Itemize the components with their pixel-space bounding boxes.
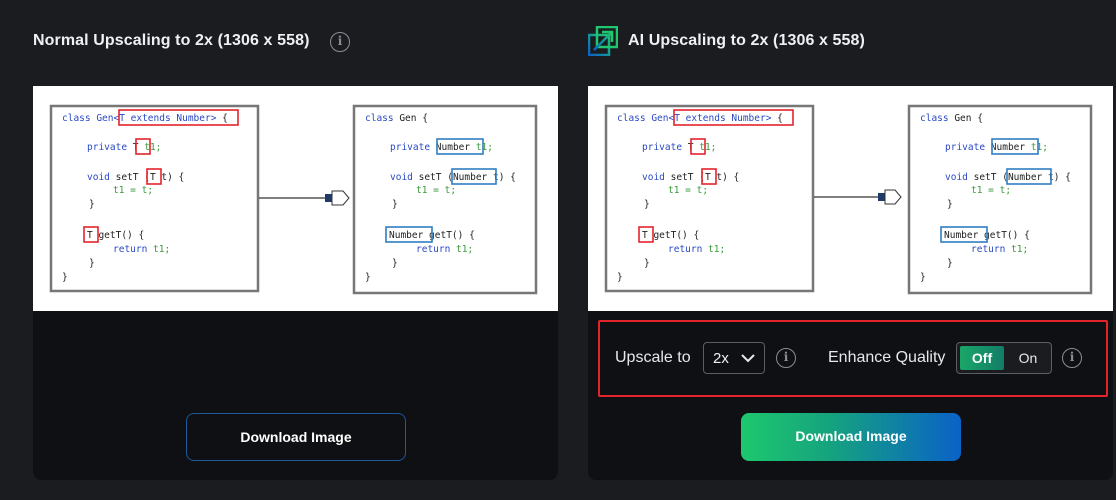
- svg-text:void setT (Number t) {: void setT (Number t) {: [390, 172, 516, 183]
- svg-text:return t1;: return t1;: [971, 244, 1028, 255]
- svg-text:class Gen {: class Gen {: [365, 113, 428, 124]
- code-text: class Gen: [62, 113, 113, 124]
- svg-text:class Gen {: class Gen {: [920, 113, 983, 124]
- download-image-button[interactable]: Download Image: [741, 413, 961, 461]
- svg-text:}: }: [89, 258, 95, 269]
- svg-text:t1 = t;: t1 = t;: [113, 185, 153, 196]
- enhance-quality-label: Enhance Quality: [828, 349, 946, 366]
- svg-text:return t1;: return t1;: [668, 244, 725, 255]
- svg-text:class Gen<T extends Number> {: class Gen<T extends Number> {: [617, 113, 783, 124]
- svg-text:}: }: [947, 258, 953, 269]
- toggle-off-option[interactable]: Off: [960, 346, 1004, 370]
- arrow-connector: [878, 193, 885, 201]
- panel-header: Normal Upscaling to 2x (1306 x 558) i: [33, 0, 558, 86]
- info-icon[interactable]: i: [1062, 348, 1082, 368]
- arrow-connector: [325, 194, 332, 202]
- panel-title: Normal Upscaling to 2x (1306 x 558): [33, 32, 310, 49]
- svg-text:}: }: [920, 272, 926, 283]
- svg-text:}: }: [365, 272, 371, 283]
- code-box-after: [907, 104, 1093, 295]
- ai-upscaled-preview: class Gen<T extends Number> { private T …: [588, 86, 1113, 311]
- upscale-factor-select[interactable]: 2x: [703, 342, 765, 374]
- svg-text:}: }: [62, 272, 68, 283]
- svg-text:}: }: [644, 258, 650, 269]
- normal-upscaled-preview: class Gen<T extends Number> { private T …: [33, 86, 558, 311]
- upscale-to-label: Upscale to: [615, 349, 691, 366]
- svg-text:}: }: [392, 258, 398, 269]
- svg-text:t1 = t;: t1 = t;: [971, 185, 1011, 196]
- svg-text:t1 = t;: t1 = t;: [416, 185, 456, 196]
- svg-text:}: }: [617, 272, 623, 283]
- enhance-quality-toggle[interactable]: Off On: [956, 342, 1052, 374]
- info-icon[interactable]: i: [330, 32, 350, 52]
- ai-upscale-icon: [588, 26, 618, 56]
- panel-title: AI Upscaling to 2x (1306 x 558): [628, 32, 865, 49]
- toggle-on-option[interactable]: On: [1006, 346, 1050, 370]
- svg-text:class Gen<T extends Number> {: class Gen<T extends Number> {: [62, 113, 228, 124]
- svg-text:}: }: [89, 199, 95, 210]
- arrow-head-icon: [884, 189, 902, 205]
- svg-text:void setT (Number t) {: void setT (Number t) {: [945, 172, 1071, 183]
- normal-upscaling-panel: Normal Upscaling to 2x (1306 x 558) i cl…: [33, 0, 558, 480]
- svg-text:T getT() {: T getT() {: [642, 230, 699, 241]
- code-diagram: class Gen<T extends Number> { private T …: [49, 104, 538, 295]
- info-icon[interactable]: i: [776, 348, 796, 368]
- svg-text:}: }: [644, 199, 650, 210]
- code-box-before: [604, 104, 815, 293]
- code-diagram: class Gen<T extends Number> { private T …: [604, 104, 1093, 295]
- svg-text:private Number t1;: private Number t1;: [945, 142, 1048, 153]
- download-image-button[interactable]: Download Image: [186, 413, 406, 461]
- code-box-before: [49, 104, 260, 293]
- svg-text:T getT() {: T getT() {: [87, 230, 144, 241]
- svg-text:return t1;: return t1;: [113, 244, 170, 255]
- panel-header: AI Upscaling to 2x (1306 x 558): [588, 0, 1113, 86]
- ai-upscaling-panel: AI Upscaling to 2x (1306 x 558) class Ge…: [588, 0, 1113, 480]
- code-generic: <T extends Number>: [113, 113, 216, 124]
- svg-text:void setT (T t) {: void setT (T t) {: [642, 172, 739, 183]
- arrow-head-icon: [331, 190, 350, 206]
- svg-text:private Number t1;: private Number t1;: [390, 142, 493, 153]
- svg-text:void setT (T t) {: void setT (T t) {: [87, 172, 184, 183]
- upscale-controls: Upscale to 2x i Enhance Quality Off On i: [598, 320, 1108, 397]
- svg-text:return t1;: return t1;: [416, 244, 473, 255]
- chevron-down-icon: [741, 354, 755, 363]
- upscale-factor-value: 2x: [713, 350, 729, 367]
- code-box-after: [352, 104, 538, 295]
- svg-text:}: }: [392, 199, 398, 210]
- svg-text:t1 = t;: t1 = t;: [668, 185, 708, 196]
- svg-text:}: }: [947, 199, 953, 210]
